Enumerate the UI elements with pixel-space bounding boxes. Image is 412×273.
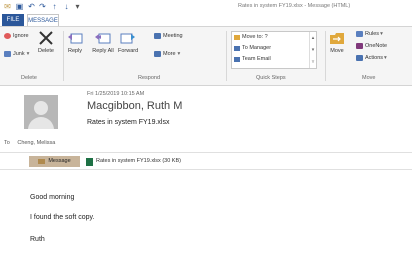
- ignore-label: Ignore: [13, 33, 29, 39]
- to-recipient[interactable]: Cheng, Melissa: [17, 140, 55, 146]
- meeting-button[interactable]: Meeting: [154, 33, 183, 39]
- quick-step-to-manager[interactable]: To Manager: [234, 45, 271, 51]
- junk-icon: [4, 51, 11, 57]
- title-bar: ✉ ▣ ↶ ↷ ↑ ↓ ▾ Rates in system FY19.xlsx …: [0, 0, 412, 14]
- actions-button[interactable]: Actions ▾: [356, 55, 387, 61]
- quick-steps-gallery[interactable]: Move to: ? To Manager Team Email ▴ ▾ ▿: [231, 31, 317, 69]
- attachment-file[interactable]: Rates in system FY19.xlsx (30 KB): [86, 156, 181, 167]
- onenote-icon: [356, 43, 363, 49]
- quick-steps-scroll[interactable]: ▴ ▾ ▿: [309, 32, 316, 68]
- body-line: Ruth: [30, 236, 45, 243]
- quick-step-label: Team Email: [242, 56, 271, 62]
- rules-icon: [356, 31, 363, 37]
- folder-icon: [234, 34, 240, 40]
- ignore-button[interactable]: Ignore: [4, 33, 29, 39]
- reply-all-button[interactable]: Reply All: [92, 31, 114, 54]
- message-subject: Rates in system FY19.xlsx: [87, 119, 170, 126]
- meeting-label: Meeting: [163, 33, 183, 39]
- undo-icon[interactable]: ↶: [27, 2, 36, 11]
- to-label: To: [4, 140, 10, 146]
- meeting-icon: [154, 33, 161, 39]
- redo-icon[interactable]: ↷: [38, 2, 47, 11]
- forward-label: Forward: [118, 48, 139, 54]
- reply-label: Reply: [67, 48, 83, 54]
- quick-step-label: To Manager: [242, 45, 272, 51]
- onenote-label: OneNote: [365, 43, 388, 49]
- avatar-body: [28, 117, 54, 129]
- quick-step-move-to[interactable]: Move to: ?: [234, 34, 268, 40]
- mail-icon: [234, 56, 240, 62]
- move-label: Move: [330, 48, 344, 54]
- move-button[interactable]: Move: [329, 31, 345, 54]
- message-header: Fri 1/25/2019 10:15 AM Macgibbon, Ruth M…: [0, 86, 412, 152]
- reply-button[interactable]: Reply: [67, 31, 83, 54]
- avatar: [24, 95, 58, 129]
- reply-icon: [67, 31, 83, 45]
- excel-icon: [86, 157, 93, 166]
- message-view-button[interactable]: Message: [29, 156, 80, 167]
- save-icon[interactable]: ▣: [15, 2, 24, 11]
- message-date: Fri 1/25/2019 10:15 AM: [87, 91, 145, 97]
- actions-label: Actions: [365, 55, 384, 61]
- onenote-button[interactable]: OneNote: [356, 43, 387, 49]
- reply-all-icon: [95, 31, 111, 45]
- tab-message[interactable]: MESSAGE: [27, 14, 59, 26]
- quick-step-label: Move to: ?: [242, 34, 268, 40]
- message-sender[interactable]: Macgibbon, Ruth M: [87, 100, 182, 112]
- rules-button[interactable]: Rules ▾: [356, 31, 383, 37]
- delete-icon: [38, 31, 54, 45]
- to-line: To Cheng, Melissa: [4, 140, 55, 146]
- respond-group-label: Respond: [138, 75, 161, 81]
- up-arrow-icon[interactable]: ↑: [50, 2, 59, 11]
- down-arrow-icon[interactable]: ↓: [62, 2, 71, 11]
- body-line: Good morning: [30, 194, 75, 201]
- avatar-head: [34, 101, 48, 115]
- forward-button[interactable]: Forward: [118, 31, 138, 54]
- actions-icon: [356, 55, 363, 61]
- attachment-file-label: Rates in system FY19.xlsx (30 KB): [96, 158, 181, 164]
- message-view-label: Message: [48, 158, 71, 164]
- ribbon: Ignore Junk ▾ Delete Delete Reply Reply …: [0, 26, 412, 86]
- forward-icon: [120, 31, 136, 45]
- delete-label: Delete: [38, 48, 54, 54]
- attachment-bar: Message Rates in system FY19.xlsx (30 KB…: [0, 152, 412, 170]
- more-icon: [154, 51, 161, 57]
- reply-all-label: Reply All: [92, 48, 114, 54]
- mail-icon: ✉: [4, 2, 11, 11]
- junk-label: Junk: [13, 51, 25, 57]
- forward-mail-icon: [234, 45, 240, 51]
- more-button[interactable]: More ▾: [154, 51, 180, 57]
- body-line: I found the soft copy.: [30, 214, 95, 221]
- quick-steps-group-label: Quick Steps: [256, 75, 286, 81]
- delete-button[interactable]: Delete: [38, 31, 54, 54]
- window-title: Rates in system FY19.xlsx - Message (HTM…: [238, 3, 351, 9]
- envelope-icon: [38, 159, 46, 164]
- delete-group-label: Delete: [21, 75, 37, 81]
- customize-icon[interactable]: ▾: [73, 2, 82, 11]
- more-label: More: [163, 51, 176, 57]
- quick-step-team-email[interactable]: Team Email: [234, 56, 271, 62]
- tab-file[interactable]: FILE: [2, 14, 24, 26]
- move-group-label: Move: [362, 75, 376, 81]
- ribbon-tabs: FILE MESSAGE: [0, 14, 412, 26]
- junk-button[interactable]: Junk ▾: [4, 51, 29, 57]
- ignore-icon: [4, 33, 11, 39]
- rules-label: Rules: [365, 31, 380, 37]
- move-folder-icon: [329, 31, 345, 45]
